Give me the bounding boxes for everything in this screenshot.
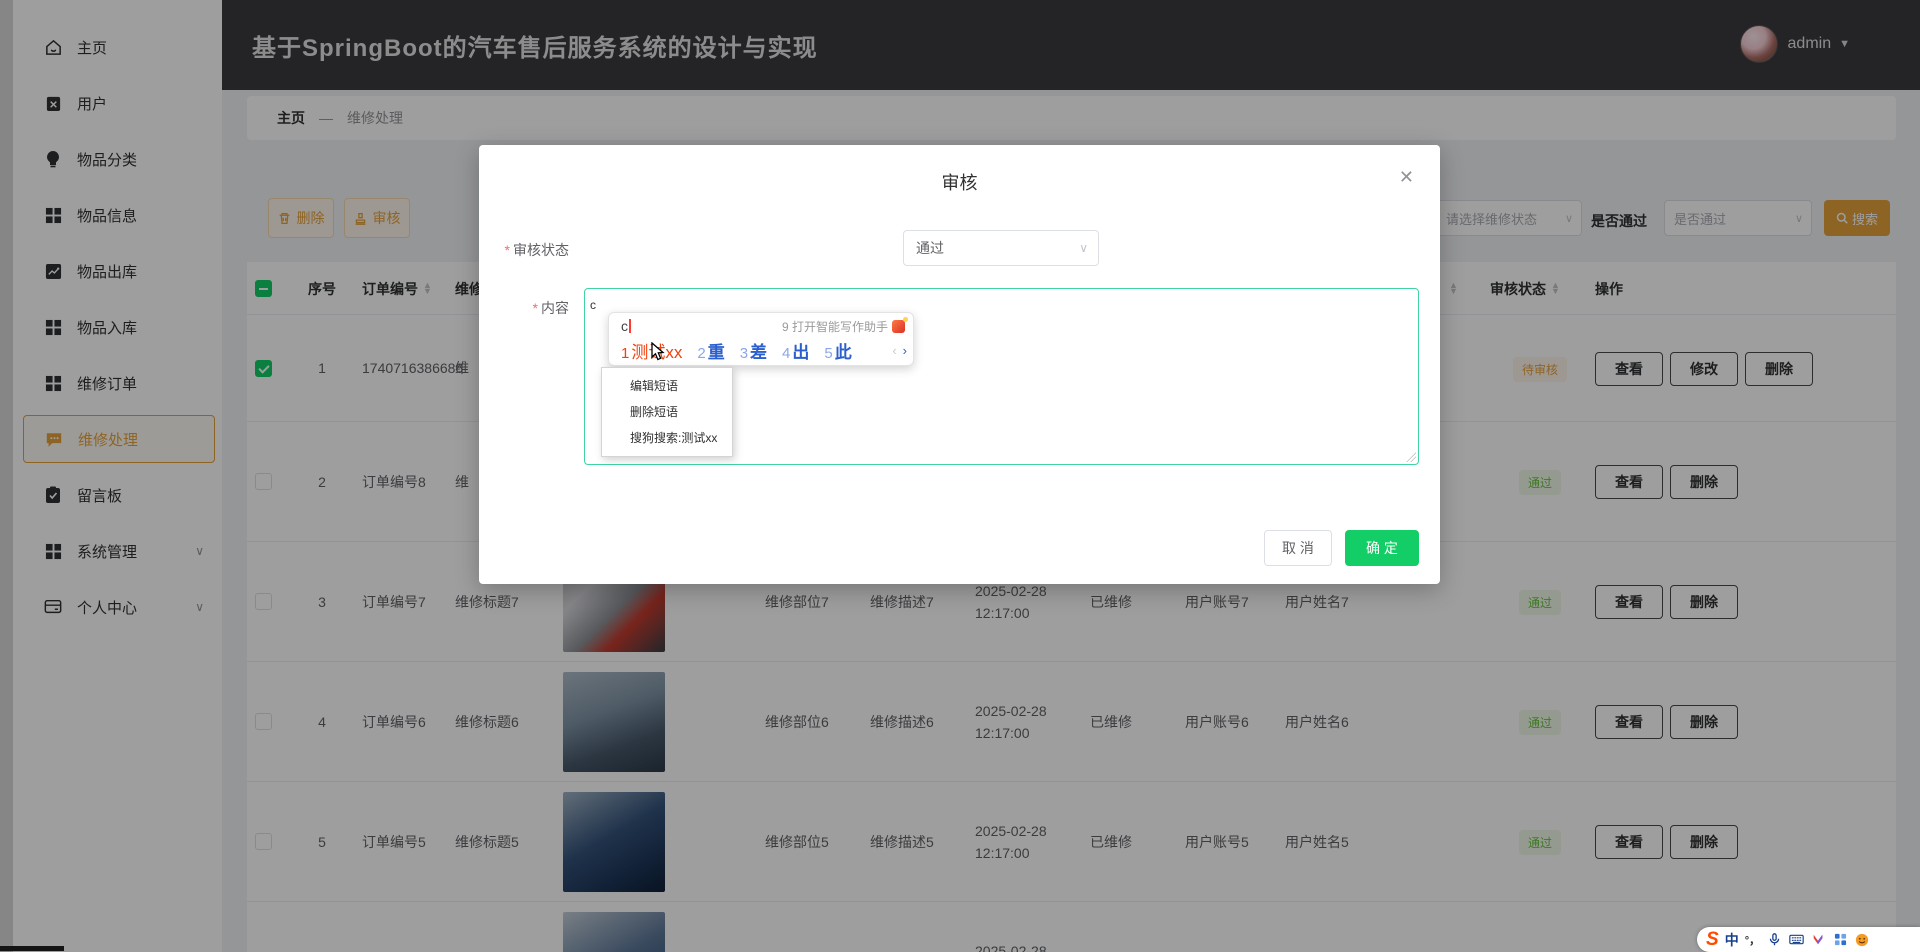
ime-menu-item[interactable]: 搜狗搜索:测试xx	[602, 425, 732, 451]
skin-icon[interactable]	[1810, 932, 1826, 948]
taskbar-edge	[0, 946, 64, 951]
chevron-down-icon: ∨	[1079, 241, 1088, 255]
keyboard-icon[interactable]	[1788, 932, 1804, 948]
ime-context-menu: 编辑短语删除短语搜狗搜索:测试xx	[601, 367, 733, 457]
ime-menu-item[interactable]: 删除短语	[602, 399, 732, 425]
ime-assistant-hint[interactable]: 9 打开智能写作助手	[782, 318, 905, 335]
ime-candidate-3[interactable]: 3差	[740, 338, 767, 363]
writing-assistant-icon[interactable]	[892, 320, 905, 333]
chinese-mode-icon[interactable]: 中	[1725, 930, 1739, 950]
emoji-icon[interactable]	[1854, 932, 1870, 948]
close-icon[interactable]: ✕	[1399, 167, 1414, 188]
ime-prev-page-icon[interactable]: ‹	[892, 343, 896, 358]
content-field-label: *内容	[459, 298, 569, 318]
toolbox-icon[interactable]	[1832, 932, 1848, 948]
modal-title: 审核	[479, 169, 1440, 195]
cancel-button[interactable]: 取 消	[1264, 530, 1332, 566]
punctuation-icon[interactable]: °，	[1745, 932, 1760, 948]
audit-status-value: 通过	[916, 238, 944, 258]
confirm-button[interactable]: 确 定	[1345, 530, 1419, 566]
mouse-cursor-icon	[644, 342, 666, 366]
required-asterisk: *	[533, 300, 538, 316]
ime-candidate-2[interactable]: 2重	[697, 338, 724, 363]
audit-status-select[interactable]: 通过 ∨	[903, 230, 1099, 266]
microphone-icon[interactable]	[1766, 932, 1782, 948]
ime-candidate-4[interactable]: 4出	[782, 338, 809, 363]
ime-menu-item[interactable]: 编辑短语	[602, 373, 732, 399]
ime-caret	[629, 319, 631, 333]
ime-candidate-5[interactable]: 5此	[824, 338, 851, 363]
ime-composition-text: c	[590, 298, 596, 312]
required-asterisk: *	[505, 242, 510, 258]
sogou-logo-icon[interactable]: S	[1706, 930, 1719, 949]
ime-next-page-icon[interactable]: ›	[903, 343, 907, 358]
resize-handle-icon[interactable]	[1406, 452, 1416, 462]
sogou-ime-toolbar: S 中 °，	[1697, 927, 1920, 952]
ime-typed-text: c	[621, 318, 628, 334]
status-field-label: *审核状态	[459, 240, 569, 260]
page: 主页用户物品分类物品信息物品出库物品入库维修订单维修处理留言板系统管理∨个人中心…	[0, 0, 1920, 952]
